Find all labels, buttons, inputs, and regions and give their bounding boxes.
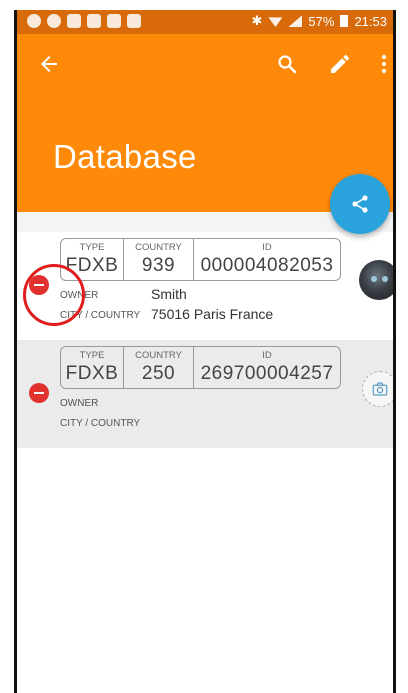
photo-detail xyxy=(382,276,388,282)
type-label: TYPE xyxy=(79,350,105,361)
add-photo-button[interactable] xyxy=(362,371,393,407)
battery-percent: 57% xyxy=(308,13,335,29)
id-value: 269700004257 xyxy=(200,363,334,384)
owner-value: Smith xyxy=(151,286,187,302)
app-notification-icon xyxy=(47,14,61,28)
id-cell: ID 000004082053 xyxy=(193,239,340,280)
type-value: FDXB xyxy=(65,363,119,384)
phone-screen: ✱ 57% 21:53 Database TYPE FDXB COUNTRY 9… xyxy=(14,10,396,693)
share-icon xyxy=(352,195,368,213)
photo-detail xyxy=(371,276,377,282)
owner-label: OWNER xyxy=(60,398,99,409)
notification-icons xyxy=(27,14,141,28)
country-value: 939 xyxy=(141,255,176,276)
battery-icon xyxy=(340,15,349,27)
wifi-icon xyxy=(268,17,283,27)
search-icon[interactable] xyxy=(275,52,299,76)
page-title: Database xyxy=(53,138,197,175)
camera-icon xyxy=(372,382,388,396)
signal-icon xyxy=(288,15,303,27)
bluetooth-icon: ✱ xyxy=(251,13,263,28)
gallery-icon xyxy=(87,14,101,28)
id-cell: ID 269700004257 xyxy=(193,347,340,388)
share-button[interactable] xyxy=(330,174,390,234)
app-notification-icon xyxy=(27,14,41,28)
mail-icon xyxy=(127,14,141,28)
chip-id-box: TYPE FDXB COUNTRY 939 ID 000004082053 xyxy=(60,238,341,281)
country-cell: COUNTRY 939 xyxy=(123,239,193,280)
id-label: ID xyxy=(262,242,272,253)
annotation-circle xyxy=(23,264,85,326)
back-arrow-icon[interactable] xyxy=(37,52,61,76)
pet-photo[interactable] xyxy=(359,260,393,300)
type-label: TYPE xyxy=(79,242,105,253)
status-bar: ✱ 57% 21:53 xyxy=(17,10,393,34)
clock: 21:53 xyxy=(354,13,387,29)
type-cell: TYPE FDXB xyxy=(61,347,123,388)
country-value: 250 xyxy=(141,363,176,384)
voicemail-icon xyxy=(107,14,121,28)
more-vert-icon[interactable] xyxy=(372,52,393,76)
list-item[interactable]: TYPE FDXB COUNTRY 250 ID 269700004257 OW… xyxy=(17,340,393,448)
chip-id-box: TYPE FDXB COUNTRY 250 ID 269700004257 xyxy=(60,346,341,389)
call-icon xyxy=(67,14,81,28)
country-label: COUNTRY xyxy=(135,350,182,361)
city-value: 75016 Paris France xyxy=(151,306,274,322)
id-value: 000004082053 xyxy=(200,255,334,276)
pencil-icon[interactable] xyxy=(328,52,352,76)
country-label: COUNTRY xyxy=(135,242,182,253)
id-label: ID xyxy=(262,350,272,361)
city-label: CITY / COUNTRY xyxy=(60,418,141,429)
remove-button[interactable] xyxy=(29,383,49,403)
country-cell: COUNTRY 250 xyxy=(123,347,193,388)
